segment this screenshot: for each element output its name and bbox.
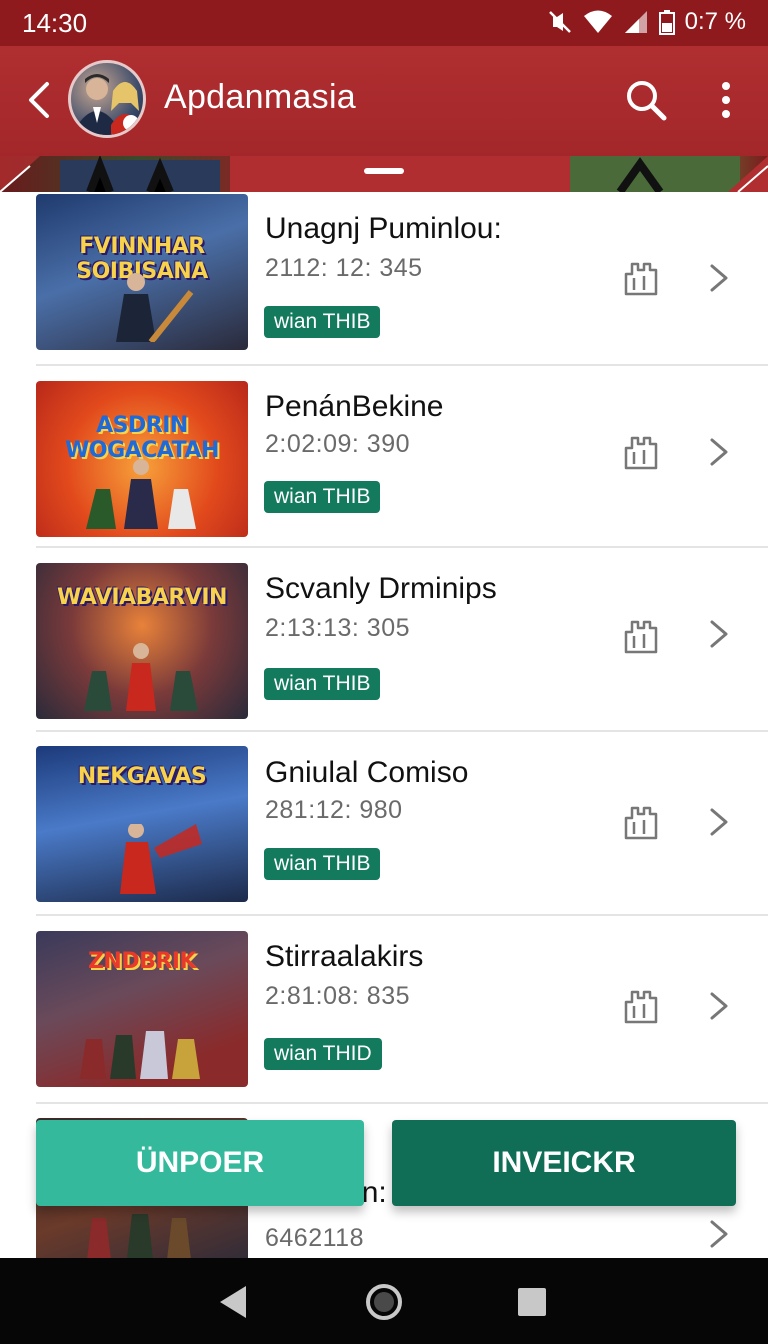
thumbnail-title-art: ASDRIN WOGACATAH	[65, 413, 219, 463]
mute-icon	[547, 9, 573, 35]
status-badge: wian THIB	[264, 848, 381, 880]
item-time: 2112: 12: 345	[265, 254, 423, 282]
chevron-right-icon[interactable]	[706, 806, 734, 838]
share-icon[interactable]	[622, 804, 660, 842]
status-time: 14:30	[22, 8, 88, 38]
nav-recents-icon[interactable]	[514, 1284, 550, 1320]
item-title: Unagnj Puminlou:	[265, 212, 502, 245]
chevron-right-icon[interactable]	[706, 436, 734, 468]
chevron-right-icon[interactable]	[706, 1218, 734, 1250]
thumbnail: ASDRIN WOGACATAH	[36, 381, 248, 537]
thumbnail-title-art: WAVIABARVIN	[57, 585, 227, 610]
list-item[interactable]: ASDRIN WOGACATAH PenánBekine 2:02:09: 39…	[0, 372, 768, 552]
item-title: Stirraalakirs	[265, 940, 424, 973]
divider	[36, 546, 768, 548]
search-icon	[627, 81, 667, 121]
drag-handle[interactable]	[364, 168, 404, 174]
thumbnail-figures	[120, 824, 202, 894]
thumbnail-title-art: NEKGAVAS	[77, 764, 207, 789]
status-badge: wian THIB	[264, 306, 381, 338]
unpoer-button[interactable]: ÜNPOER	[36, 1120, 364, 1206]
thumbnail: FVINNHAR SOIBISANA	[36, 194, 248, 350]
chevron-right-icon[interactable]	[706, 990, 734, 1022]
list-item[interactable]: NEKGAVAS Gniulal Comiso 281:12: 980 wian…	[0, 738, 768, 918]
back-button[interactable]	[16, 74, 64, 126]
item-title: Gniulal Comiso	[265, 756, 469, 789]
thumbnail-figures	[84, 643, 198, 711]
app-title: Apdanmasia	[164, 78, 357, 116]
status-bar: 14:30 0:7 %	[0, 0, 768, 46]
share-icon[interactable]	[622, 988, 660, 1026]
avatar[interactable]	[68, 60, 146, 138]
list-item[interactable]: WAVIABARVIN Scvanly Drminips 2:13:13: 30…	[0, 554, 768, 734]
divider	[36, 364, 768, 366]
system-nav-bar	[0, 1258, 768, 1344]
item-title: PenánBekine	[265, 390, 444, 423]
thumbnail-title-art: ZNDBRIK	[87, 949, 197, 974]
inveickr-button[interactable]: INVEICKR	[392, 1120, 736, 1206]
nav-back-icon[interactable]	[214, 1282, 254, 1322]
status-badge: wian THIB	[264, 668, 381, 700]
item-time: 2:81:08: 835	[265, 982, 411, 1010]
app-bar: Apdanmasia	[0, 46, 768, 156]
signal-icon	[623, 9, 649, 35]
more-options-button[interactable]	[708, 76, 744, 124]
list-item[interactable]: ZNDBRIK Stirraalakirs 2:81:08: 835 wian …	[0, 922, 768, 1102]
thumbnail-figures	[116, 273, 194, 342]
banner-art	[0, 156, 768, 192]
item-title: Scvanly Drminips	[265, 572, 497, 605]
battery-icon	[658, 9, 675, 35]
status-icons: 0:7 %	[547, 8, 746, 36]
divider	[36, 914, 768, 916]
divider	[36, 730, 768, 732]
status-badge: wian THID	[264, 1038, 382, 1070]
wifi-icon	[583, 9, 613, 35]
thumbnail-figures	[87, 1214, 191, 1258]
divider	[36, 1102, 768, 1104]
thumbnail-figures	[86, 459, 196, 529]
share-icon[interactable]	[622, 434, 660, 472]
battery-percent: 0:7 %	[684, 8, 746, 35]
thumbnail: NEKGAVAS	[36, 746, 248, 902]
nav-home-icon[interactable]	[364, 1282, 404, 1322]
chevron-right-icon[interactable]	[706, 262, 734, 294]
search-button[interactable]	[622, 76, 670, 124]
status-badge: wian THIB	[264, 481, 381, 513]
more-vert-icon	[722, 82, 730, 118]
share-icon[interactable]	[622, 260, 660, 298]
header-banner	[0, 156, 768, 192]
item-time: 6462118	[265, 1224, 364, 1252]
item-time: 2:02:09: 390	[265, 430, 411, 458]
item-time: 281:12: 980	[265, 796, 403, 824]
thumbnail: WAVIABARVIN	[36, 563, 248, 719]
share-icon[interactable]	[622, 618, 660, 656]
episode-list: FVINNHAR SOIBISANA Unagnj Puminlou: 2112…	[0, 192, 768, 1258]
back-arrow-icon	[29, 82, 49, 118]
chevron-right-icon[interactable]	[706, 618, 734, 650]
thumbnail-figures	[80, 1031, 200, 1079]
thumbnail: ZNDBRIK	[36, 931, 248, 1087]
item-time: 2:13:13: 305	[265, 614, 411, 642]
list-item[interactable]: FVINNHAR SOIBISANA Unagnj Puminlou: 2112…	[0, 192, 768, 372]
